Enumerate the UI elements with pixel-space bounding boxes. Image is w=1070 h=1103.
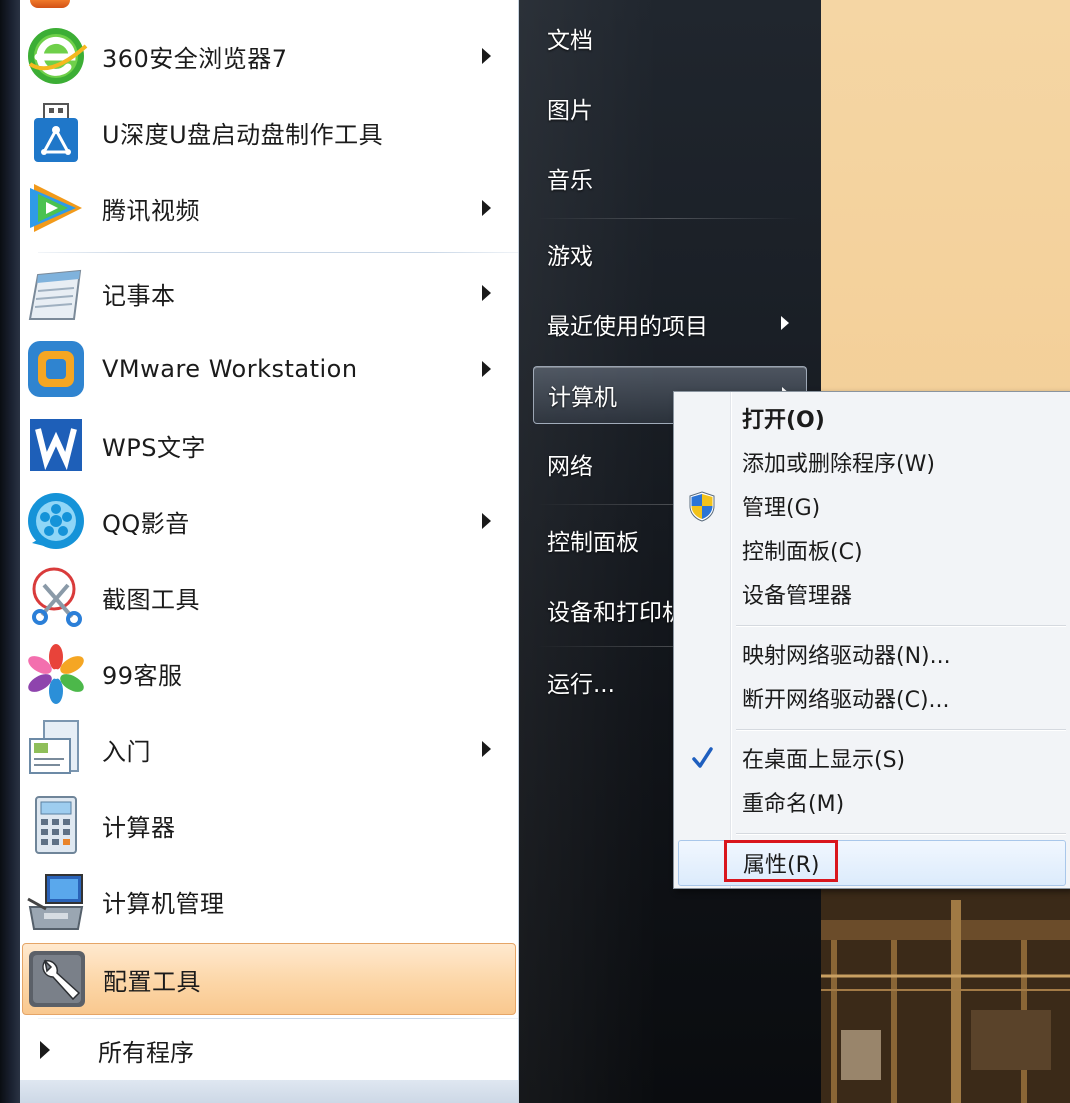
divider	[38, 1018, 524, 1019]
menu-item-label: 断开网络驱动器(C)...	[742, 688, 950, 713]
notepad-icon	[24, 261, 88, 325]
program-item-99-service[interactable]: 99客服	[20, 635, 518, 711]
program-item-360-browser[interactable]: 360安全浏览器7	[20, 18, 518, 94]
program-label: 计算器	[102, 813, 176, 842]
program-item-wps-writer[interactable]: WPS文字	[20, 407, 518, 483]
tencent-video-icon	[24, 176, 88, 240]
menu-item-label: 管理(G)	[742, 496, 821, 521]
places-item-recent-items[interactable]: 最近使用的项目	[533, 296, 805, 352]
menu-item-disconnect-network-drive[interactable]: 断开网络驱动器(C)...	[678, 676, 1066, 720]
menu-item-label: 映射网络驱动器(N)...	[742, 644, 951, 669]
menu-item-rename[interactable]: 重命名(M)	[678, 780, 1066, 824]
menu-item-label: 重命名(M)	[742, 792, 845, 817]
start-menu-frame	[0, 0, 20, 1103]
uac-shield-icon	[686, 490, 718, 522]
program-label: WPS文字	[102, 433, 206, 462]
submenu-arrow-icon	[482, 48, 491, 64]
places-label: 文档	[547, 28, 593, 54]
program-label: 截图工具	[102, 585, 200, 614]
submenu-arrow-icon	[482, 741, 491, 757]
getting-started-icon	[24, 717, 88, 781]
all-programs-label: 所有程序	[98, 1038, 194, 1067]
menu-separator	[736, 625, 1066, 626]
program-label: 记事本	[102, 281, 176, 310]
program-label: 99客服	[102, 661, 183, 690]
program-item-notepad[interactable]: 记事本	[20, 255, 518, 331]
calculator-icon	[24, 793, 88, 857]
wps-writer-icon	[24, 413, 88, 477]
program-item-getting-started[interactable]: 入门	[20, 711, 518, 787]
start-menu-programs-panel: 360安全浏览器7 U深度U盘启动盘制作工具 腾讯视频 记事本 VMware W…	[20, 0, 524, 1103]
snipping-tool-icon	[24, 565, 88, 629]
program-label: QQ影音	[102, 509, 190, 538]
menu-item-label: 在桌面上显示(S)	[742, 748, 906, 773]
vmware-icon	[24, 337, 88, 401]
config-tool-icon	[25, 947, 89, 1011]
menu-item-label: 添加或删除程序(W)	[742, 452, 935, 477]
program-label: 360安全浏览器7	[102, 44, 288, 73]
submenu-arrow-icon	[482, 200, 491, 216]
program-item-qq-player[interactable]: QQ影音	[20, 483, 518, 559]
usb-boot-tool-icon	[24, 100, 88, 164]
program-item-config-tool[interactable]: 配置工具	[22, 943, 516, 1015]
submenu-arrow-icon	[781, 316, 789, 330]
places-label: 图片	[547, 98, 593, 124]
menu-item-label: 打开(O)	[742, 408, 825, 433]
menu-separator	[736, 729, 1066, 730]
places-label: 游戏	[547, 244, 593, 270]
program-item-vmware[interactable]: VMware Workstation	[20, 331, 518, 407]
program-item-computer-management[interactable]: 计算机管理	[20, 863, 518, 939]
places-label: 计算机	[548, 385, 617, 411]
divider	[38, 252, 524, 253]
menu-item-add-remove-programs[interactable]: 添加或删除程序(W)	[678, 440, 1066, 484]
all-programs-button[interactable]: 所有程序	[20, 1022, 518, 1078]
program-label: 入门	[102, 737, 151, 766]
wallpaper-scene	[821, 880, 1070, 1103]
computer-management-icon	[24, 869, 88, 933]
menu-item-map-network-drive[interactable]: 映射网络驱动器(N)...	[678, 632, 1066, 676]
menu-item-manage[interactable]: 管理(G)	[678, 484, 1066, 528]
program-label: 配置工具	[103, 967, 201, 996]
submenu-arrow-icon	[482, 285, 491, 301]
menu-item-label: 设备管理器	[742, 584, 853, 609]
menu-item-show-on-desktop[interactable]: 在桌面上显示(S)	[678, 736, 1066, 780]
places-item-documents[interactable]: 文档	[533, 10, 805, 66]
menu-item-control-panel[interactable]: 控制面板(C)	[678, 528, 1066, 572]
program-item-snipping-tool[interactable]: 截图工具	[20, 559, 518, 635]
menu-item-device-manager[interactable]: 设备管理器	[678, 572, 1066, 616]
places-label: 最近使用的项目	[547, 314, 708, 340]
search-bar-area	[20, 1080, 518, 1103]
qq-player-icon	[24, 489, 88, 553]
program-item-calculator[interactable]: 计算器	[20, 787, 518, 863]
checkmark-icon	[686, 742, 718, 774]
places-label: 运行...	[547, 672, 615, 698]
program-label: 计算机管理	[102, 889, 225, 918]
program-item-usb-boot-tool[interactable]: U深度U盘启动盘制作工具	[20, 94, 518, 170]
99-service-icon	[24, 641, 88, 705]
computer-context-menu: 打开(O) 添加或删除程序(W) 管理(G) 控制面板(C) 设备管理器 映射网…	[673, 391, 1070, 889]
program-label: VMware Workstation	[102, 355, 358, 383]
places-label: 网络	[547, 454, 593, 480]
expand-arrow-icon	[40, 1041, 50, 1059]
places-item-games[interactable]: 游戏	[533, 226, 805, 282]
places-item-music[interactable]: 音乐	[533, 150, 805, 206]
places-item-pictures[interactable]: 图片	[533, 80, 805, 136]
submenu-arrow-icon	[482, 513, 491, 529]
submenu-arrow-icon	[482, 361, 491, 377]
menu-separator	[736, 833, 1066, 834]
program-item-tencent-video[interactable]: 腾讯视频	[20, 170, 518, 246]
places-label: 控制面板	[547, 530, 639, 556]
annotation-highlight-box	[724, 840, 838, 882]
menu-item-open[interactable]: 打开(O)	[678, 396, 1066, 440]
program-label: 腾讯视频	[102, 196, 200, 225]
partial-program-icon	[30, 0, 70, 8]
places-label: 音乐	[547, 168, 593, 194]
divider	[537, 218, 799, 219]
menu-item-label: 控制面板(C)	[742, 540, 863, 565]
360-browser-icon	[24, 24, 88, 88]
program-label: U深度U盘启动盘制作工具	[102, 120, 384, 149]
places-label: 设备和打印机	[547, 600, 685, 626]
